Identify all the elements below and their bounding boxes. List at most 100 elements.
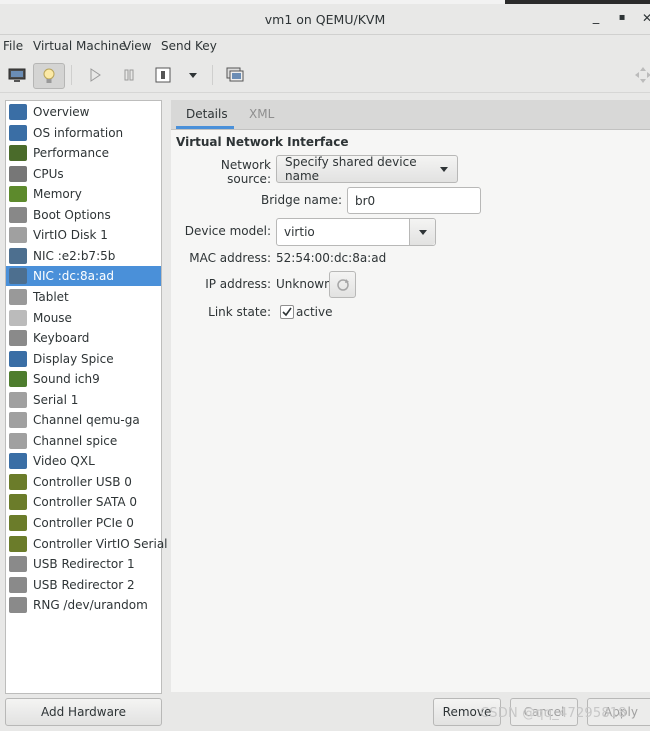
sidebar-item[interactable]: Video QXL [6, 451, 161, 471]
sidebar-item[interactable]: Overview [6, 102, 161, 122]
pause-button[interactable] [114, 63, 144, 87]
controller-icon [9, 515, 27, 531]
sidebar-item[interactable]: CPUs [6, 164, 161, 184]
disk-icon [9, 227, 27, 244]
serial-icon [9, 391, 27, 408]
maximize-button[interactable]: ▪ [615, 12, 629, 23]
menu-bar: File Virtual Machine View Send Key [0, 35, 650, 59]
sidebar-item[interactable]: Controller PCIe 0 [6, 513, 161, 533]
tablet-icon [9, 288, 27, 305]
bridge-name-input[interactable]: br0 [347, 187, 481, 214]
menu-virtual-machine[interactable]: Virtual Machine [33, 39, 126, 53]
video-icon [9, 453, 27, 470]
mac-address-label: MAC address: [189, 251, 271, 265]
sidebar-item-label: Mouse [33, 310, 72, 325]
sidebar-item[interactable]: Tablet [6, 287, 161, 307]
cpu-icon [9, 165, 27, 182]
monitor-icon [9, 104, 27, 120]
top-strip-light [0, 0, 505, 4]
details-button[interactable] [33, 63, 65, 89]
tab-details[interactable]: Details [186, 107, 228, 121]
sidebar-item-label: RNG /dev/urandom [33, 598, 148, 613]
chevron-down-icon [418, 229, 427, 235]
refresh-icon [336, 278, 349, 291]
network-source-combo[interactable]: Specify shared device name [276, 155, 458, 183]
sidebar-item[interactable]: Boot Options [6, 205, 161, 225]
sidebar-item-label: Controller USB 0 [33, 474, 132, 489]
window-title: vm1 on QEMU/KVM [264, 12, 386, 27]
sidebar-item-label: Controller SATA 0 [33, 495, 138, 510]
sidebar-item[interactable]: Mouse [6, 308, 161, 328]
tab-xml[interactable]: XML [249, 107, 274, 121]
checkmark-icon [282, 307, 292, 317]
controller-icon [9, 535, 27, 552]
sidebar-item-label: OS information [33, 125, 124, 140]
sidebar-item[interactable]: Sound ich9 [6, 369, 161, 389]
sidebar-item-label: Channel spice [33, 433, 118, 448]
sidebar-item-label: Channel qemu-ga [33, 413, 140, 428]
close-button[interactable]: ✕ [640, 11, 650, 25]
link-state-label: Link state: [208, 305, 271, 319]
lightbulb-icon [43, 68, 55, 83]
sidebar-item[interactable]: VirtIO Disk 1 [6, 225, 161, 245]
sidebar-item[interactable]: Controller USB 0 [6, 472, 161, 492]
sidebar-item[interactable]: NIC :e2:b7:5b [6, 246, 161, 266]
toolbar [0, 59, 650, 93]
dropdown-arrow-icon [189, 72, 197, 78]
shutdown-menu-button[interactable] [178, 63, 208, 87]
sidebar-item-label: Performance [33, 146, 110, 161]
device-model-combo[interactable]: virtio [276, 218, 436, 246]
link-state-checkbox[interactable] [280, 305, 294, 319]
menu-send-key[interactable]: Send Key [161, 39, 217, 53]
sidebar-item[interactable]: Keyboard [6, 328, 161, 348]
fullscreen-icon [635, 67, 650, 83]
network-icon [9, 268, 27, 285]
refresh-ip-button[interactable] [329, 271, 356, 298]
toolbar-separator [212, 65, 213, 85]
menu-view[interactable]: View [123, 39, 151, 53]
shutdown-button[interactable] [148, 63, 178, 87]
sidebar-item[interactable]: OS information [6, 123, 161, 143]
device-model-label: Device model: [184, 224, 271, 238]
device-model-dropdown-button[interactable] [409, 219, 435, 245]
sidebar-item-label: USB Redirector 1 [33, 557, 135, 572]
sidebar-item[interactable]: RNG /dev/urandom [6, 595, 161, 615]
sidebar-item[interactable]: NIC :dc:8a:ad [6, 266, 161, 287]
sidebar-item[interactable]: Controller VirtIO Serial 0 [6, 534, 179, 554]
console-button[interactable] [2, 63, 32, 87]
menu-file[interactable]: File [3, 39, 23, 53]
memory-icon [9, 186, 27, 203]
fullscreen-button[interactable] [628, 63, 650, 87]
mouse-icon [9, 309, 27, 326]
sidebar-item-label: USB Redirector 2 [33, 577, 135, 592]
section-title: Virtual Network Interface [176, 135, 349, 149]
add-hardware-button[interactable]: Add Hardware [5, 698, 162, 726]
pause-icon [124, 69, 134, 81]
sidebar-item[interactable]: USB Redirector 2 [6, 575, 161, 595]
sidebar-item[interactable]: Display Spice [6, 349, 161, 369]
rng-icon [9, 597, 27, 614]
hardware-list: Overview OS information Performance CPUs Mem… [5, 100, 179, 694]
sidebar-item[interactable]: USB Redirector 1 [6, 554, 161, 574]
run-button[interactable] [80, 63, 110, 87]
toolbar-separator [71, 65, 72, 85]
channel-icon [9, 412, 27, 429]
sidebar-item-label: Serial 1 [33, 392, 79, 407]
sidebar-item[interactable]: Performance [6, 143, 161, 163]
minimize-button[interactable]: _ [589, 10, 603, 25]
sidebar-item[interactable]: Channel qemu-ga [6, 410, 161, 430]
sidebar-item-label: NIC :e2:b7:5b [33, 248, 116, 263]
sidebar-item[interactable]: Memory [6, 184, 161, 204]
watermark: CSDN @qq_47295818 [480, 706, 627, 721]
sidebar-item[interactable]: Serial 1 [6, 390, 161, 410]
chart-icon [9, 145, 27, 162]
sidebar-item-label: CPUs [33, 166, 64, 181]
sidebar-item[interactable]: Channel spice [6, 431, 161, 451]
link-state-value: active [296, 305, 333, 319]
sidebar-item[interactable]: Controller SATA 0 [6, 492, 161, 512]
sidebar-item-label: Controller VirtIO Serial 0 [33, 536, 179, 551]
ip-address-label: IP address: [205, 277, 271, 291]
snapshots-button[interactable] [220, 63, 250, 87]
sidebar-item-label: Controller PCIe 0 [33, 516, 134, 530]
bridge-name-label: Bridge name: [260, 193, 342, 207]
